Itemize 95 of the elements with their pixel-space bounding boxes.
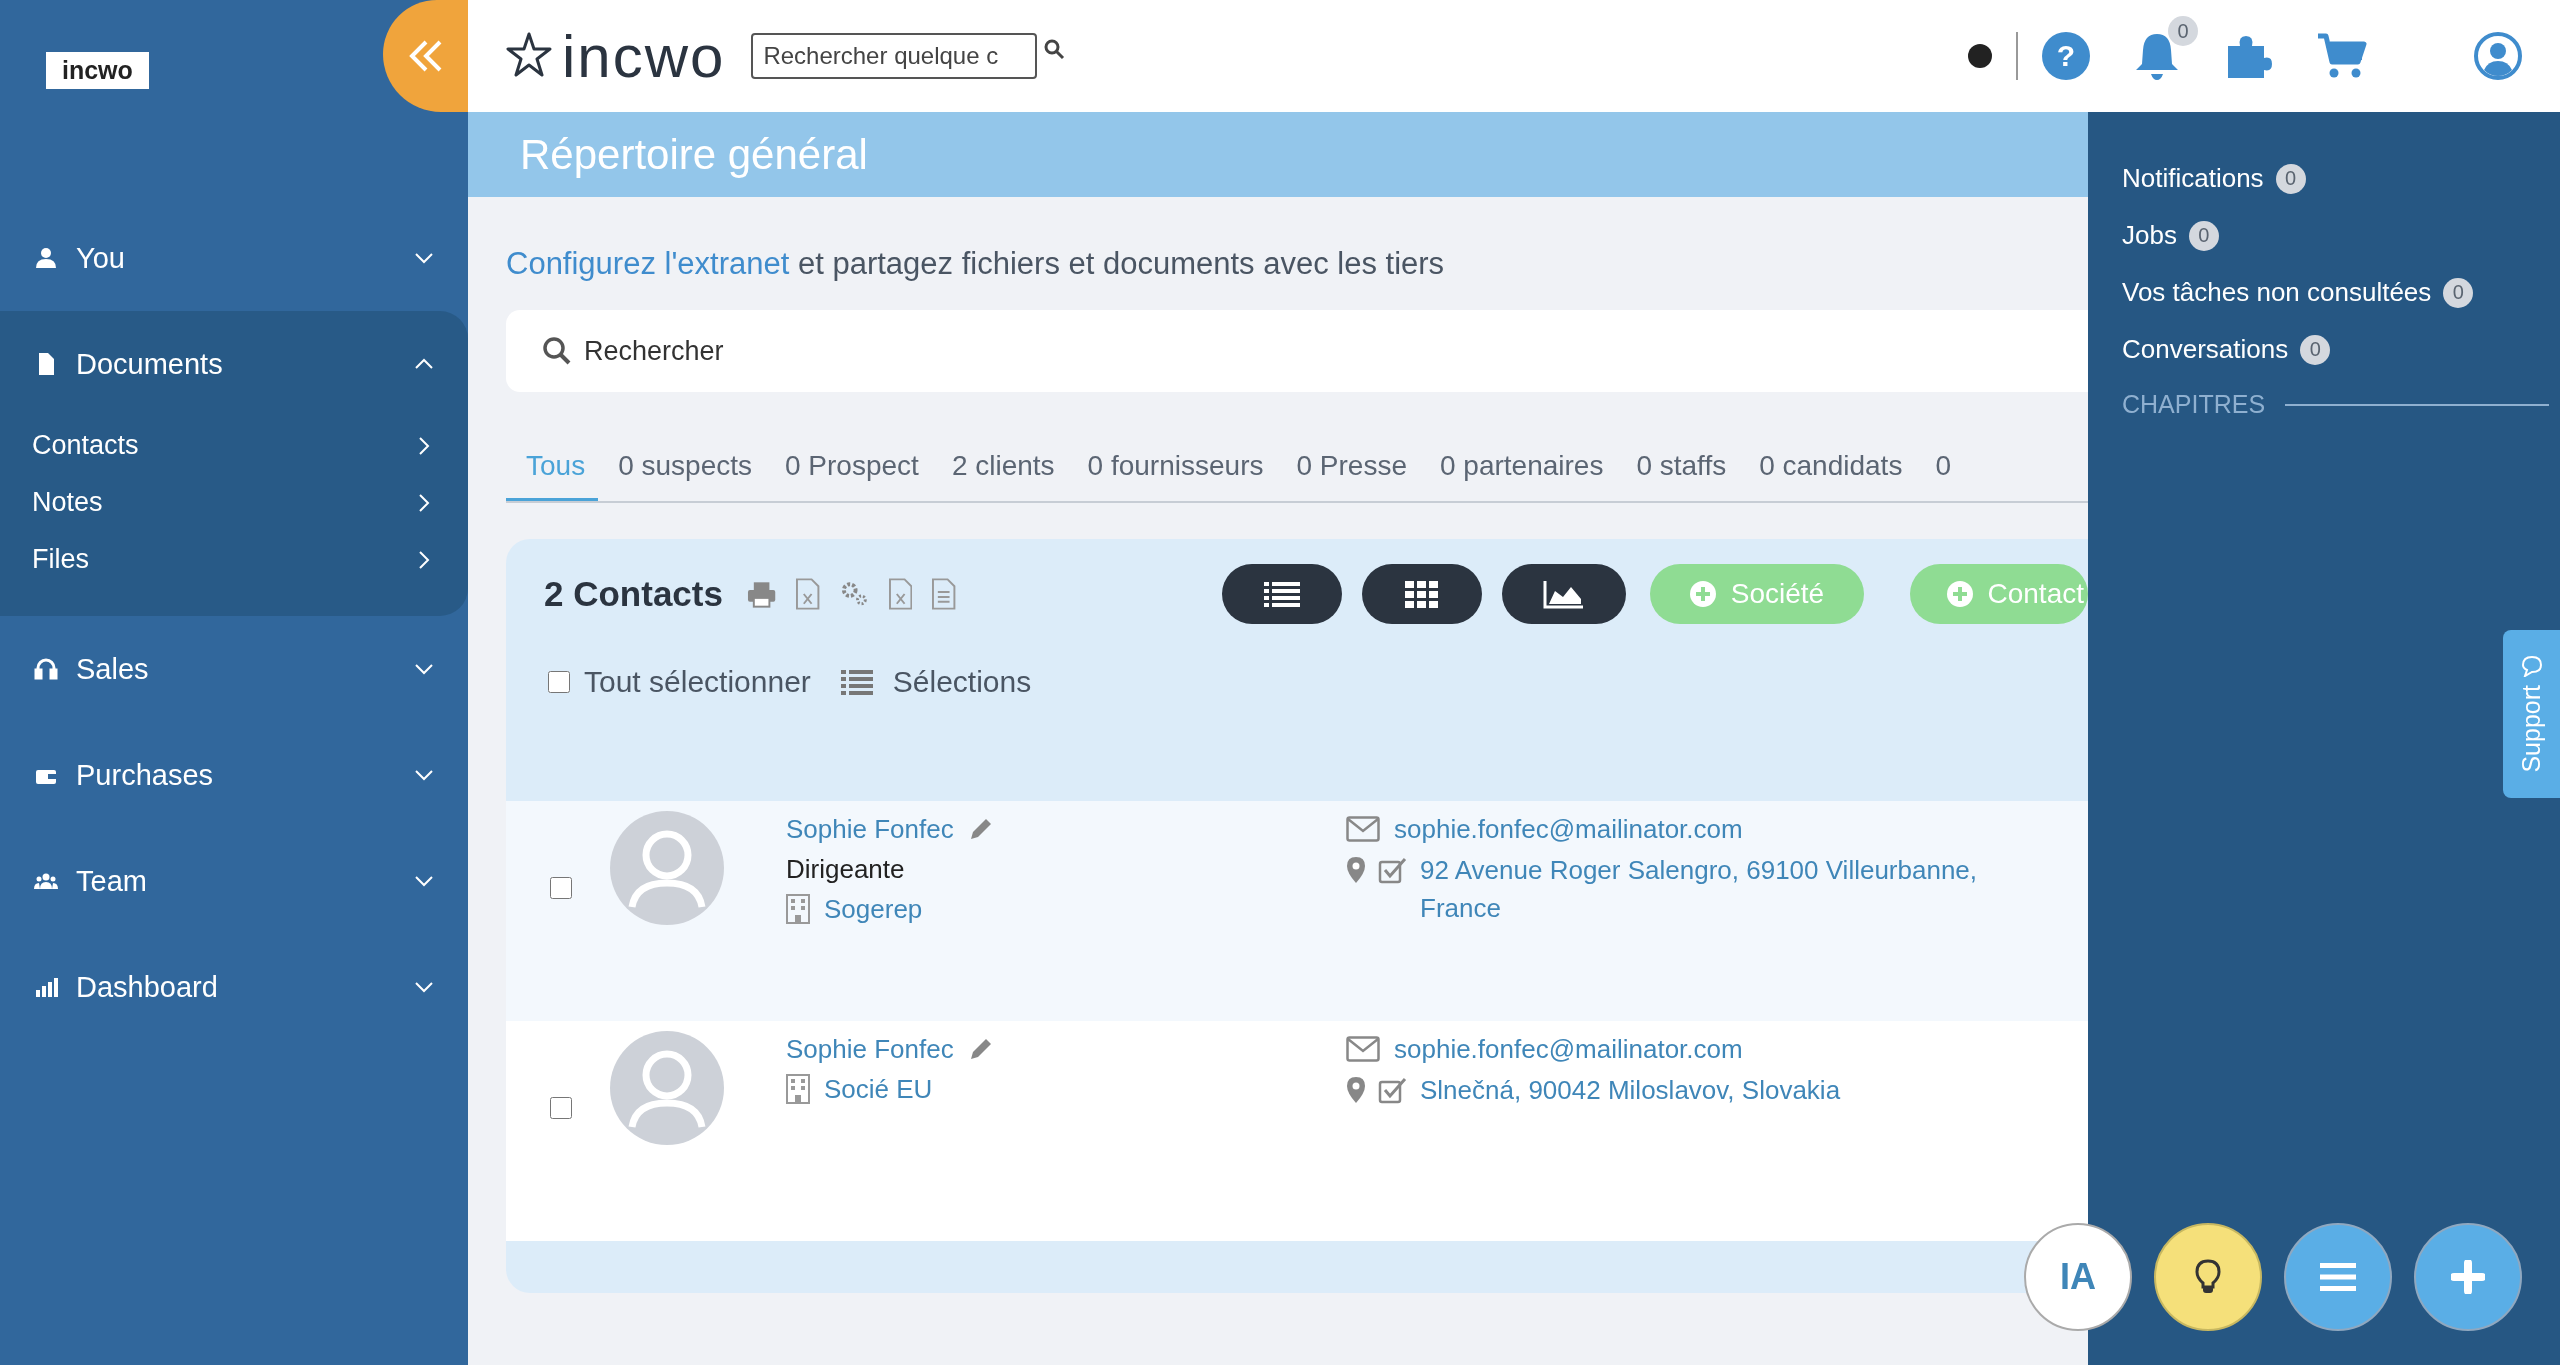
speech-bubble-icon	[2520, 655, 2543, 678]
document-icon[interactable]	[932, 578, 956, 610]
search-icon[interactable]	[1043, 38, 1066, 60]
sidebar-subitem[interactable]: Contacts	[0, 417, 468, 474]
chevron-icon	[418, 492, 430, 513]
select-all-checkbox[interactable]	[548, 671, 570, 693]
chevron-icon	[414, 663, 434, 675]
status-dot-icon	[1968, 44, 1992, 68]
building-icon	[786, 1074, 810, 1104]
grid-icon	[1404, 580, 1439, 608]
search-field[interactable]: Rechercher	[506, 310, 2088, 392]
sidebar-item[interactable]: You	[0, 205, 468, 311]
contact-name-link[interactable]: Sophie Fonfec	[786, 1033, 954, 1065]
map-pin-icon	[1346, 1076, 1366, 1104]
lightbulb-icon	[2195, 1259, 2221, 1295]
extranet-sentence: Configurez l'extranet et partagez fichiers et documents avec les tiers	[506, 245, 1446, 283]
panel-link[interactable]: Vos tâches non consultées	[2122, 277, 2432, 308]
count-badge: 0	[2275, 163, 2306, 194]
filter-tab[interactable]: 0 suspects	[598, 450, 765, 501]
chart-view-button[interactable]	[1501, 564, 1626, 624]
map-pin-icon	[1346, 856, 1366, 884]
panel-link[interactable]: Conversations	[2122, 334, 2289, 365]
selections-link[interactable]: Sélections	[892, 665, 1032, 699]
filter-tab[interactable]: 0 Presse	[1276, 450, 1420, 501]
collapse-button[interactable]	[383, 0, 468, 112]
panel-link[interactable]: Jobs	[2122, 220, 2177, 251]
search-field[interactable]: Rechercher quelque c	[751, 33, 1038, 79]
count-badge: 0	[2443, 277, 2474, 308]
email-link[interactable]: sophie.fonfec@mailinator.com	[1394, 813, 1743, 845]
grid-view-button[interactable]	[1361, 564, 1482, 624]
count-badge: 0	[2300, 334, 2331, 365]
filter-tab[interactable]: 0 fournisseurs	[1067, 450, 1277, 501]
chevron-icon	[414, 252, 434, 264]
cart-icon[interactable]	[2316, 32, 2368, 80]
filter-tab[interactable]: 0 staffs	[1616, 450, 1740, 501]
notifications-button[interactable]: 0	[2134, 16, 2198, 82]
list-icon[interactable]	[840, 669, 873, 695]
plus-circle-icon	[1688, 580, 1717, 608]
building-icon	[786, 894, 810, 924]
checked-box-icon	[1378, 856, 1408, 884]
sidebar-item[interactable]: Team	[0, 828, 468, 934]
notification-badge: 0	[2168, 16, 2198, 46]
list-view-button[interactable]	[1221, 564, 1342, 624]
menu-item-icon	[34, 657, 58, 681]
envelope-icon	[1346, 816, 1380, 842]
area-chart-icon	[1542, 579, 1585, 609]
envelope-icon	[1346, 1036, 1380, 1062]
company-link[interactable]: Socié EU	[824, 1073, 933, 1105]
spreadsheet-file-icon[interactable]	[888, 578, 913, 610]
filter-tab[interactable]: 0 Prospect	[765, 450, 932, 501]
sidebar-item[interactable]: Sales	[0, 616, 468, 722]
count-badge: 0	[2188, 220, 2219, 251]
sidebar-item[interactable]: Purchases	[0, 722, 468, 828]
section-heading: CHAPITRES	[2122, 390, 2266, 419]
list-icon	[1263, 580, 1300, 608]
address-link[interactable]: Slnečná, 90042 Miloslavov, Slovakia	[1420, 1071, 1980, 1109]
row-checkbox[interactable]	[550, 1097, 572, 1119]
filter-tab[interactable]: 0 partenaires	[1419, 450, 1617, 501]
logo-text: incwo	[562, 21, 726, 91]
chevron-icon	[418, 435, 430, 456]
print-icon[interactable]	[746, 580, 777, 608]
chevron-icon	[414, 875, 434, 887]
sidebar-item[interactable]: Dashboard	[0, 934, 468, 1040]
filter-tab[interactable]: 0 candidats	[1739, 450, 1916, 501]
help-button[interactable]: ?	[2042, 32, 2090, 80]
extranet-link[interactable]: Configurez l'extranet	[506, 246, 790, 281]
sidebar-item[interactable]: Documents	[0, 311, 468, 417]
sidebar-subitem[interactable]: Files	[0, 531, 468, 588]
checked-box-icon	[1378, 1076, 1408, 1104]
chevron-icon	[414, 981, 434, 993]
page-title: Répertoire général	[520, 130, 868, 179]
sidebar-logo: incwo	[46, 52, 149, 89]
company-link[interactable]: Sogerep	[824, 893, 923, 925]
filter-tab[interactable]: 0	[1915, 450, 1964, 501]
contacts-count: 2 Contacts	[544, 574, 723, 614]
spreadsheet-file-icon[interactable]	[796, 578, 820, 610]
panel-link[interactable]: Notifications	[2122, 163, 2264, 194]
menu-item-icon	[34, 975, 58, 999]
chevron-icon	[414, 358, 434, 370]
email-link[interactable]: sophie.fonfec@mailinator.com	[1394, 1033, 1743, 1065]
row-checkbox[interactable]	[550, 877, 572, 899]
sidebar-subitem[interactable]: Notes	[0, 474, 468, 531]
gears-icon[interactable]	[839, 580, 869, 608]
contact-role: Dirigeante	[786, 853, 906, 886]
contact-name-link[interactable]: Sophie Fonfec	[786, 813, 954, 845]
menu-icon	[2320, 1262, 2356, 1292]
chevron-icon	[418, 549, 430, 570]
menu-item-icon	[34, 246, 58, 270]
filter-tab[interactable]: 2 clients	[931, 450, 1068, 501]
address-link[interactable]: 92 Avenue Roger Salengro, 69100 Villeurbanne, France	[1420, 851, 1980, 927]
select-all-label[interactable]: Tout sélectionner	[584, 665, 811, 699]
chevron-icon	[414, 769, 434, 781]
plus-icon	[2451, 1260, 2485, 1294]
plus-circle-icon	[1945, 580, 1974, 608]
user-avatar-icon[interactable]	[2474, 32, 2522, 80]
